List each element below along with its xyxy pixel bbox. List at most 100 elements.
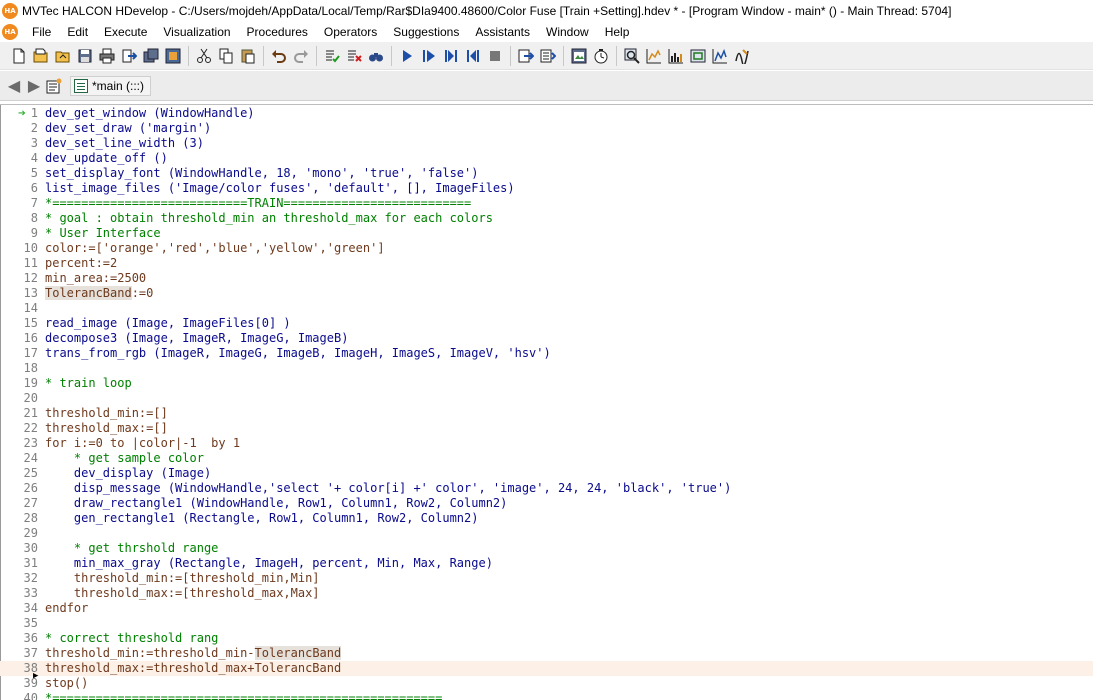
code-line[interactable]: 8 * goal : obtain threshold_min an thresh… [0,211,1093,226]
app-menu-icon[interactable]: HA [2,24,18,40]
menu-assistants[interactable]: Assistants [467,22,538,42]
code-line[interactable]: 10 color:=['orange','red','blue','yellow'… [0,241,1093,256]
code-line[interactable]: 40 *=====================================… [0,691,1093,700]
line-number[interactable]: 15 [0,316,40,331]
menu-file[interactable]: File [24,22,59,42]
code-text[interactable]: for i:=0 to |color|-1 by 1 [45,436,240,451]
reset-procedure-icon[interactable] [537,45,559,67]
code-line[interactable]: 39 stop() [0,676,1093,691]
line-number[interactable]: 18 [0,361,40,376]
run-icon[interactable] [396,45,418,67]
code-text[interactable]: *=======================================… [45,691,442,700]
code-line[interactable]: 25 dev_display (Image) [0,466,1093,481]
code-text[interactable]: threshold_min:=[] [45,406,168,421]
code-line[interactable]: 11 percent:=2 [0,256,1093,271]
code-text[interactable]: dev_display (Image) [45,466,211,481]
code-line[interactable]: 20 [0,391,1093,406]
paste-icon[interactable] [237,45,259,67]
code-text[interactable]: min_area:=2500 [45,271,146,286]
new-file-icon[interactable] [8,45,30,67]
code-line[interactable]: 31 min_max_gray (Rectangle, ImageH, perc… [0,556,1093,571]
code-line[interactable]: 17 trans_from_rgb (ImageR, ImageG, ImageB… [0,346,1093,361]
copy-icon[interactable] [215,45,237,67]
code-text[interactable]: * get thrshold range [45,541,219,556]
region-info-icon[interactable] [687,45,709,67]
code-text[interactable]: list_image_files ('Image/color fuses', '… [45,181,515,196]
back-arrow-icon[interactable]: ◀ [4,76,24,96]
line-number[interactable]: 13 [0,286,40,301]
code-text[interactable]: decompose3 (Image, ImageR, ImageG, Image… [45,331,348,346]
code-text[interactable]: threshold_max:=[] [45,421,168,436]
line-number[interactable]: 9 [0,226,40,241]
code-text[interactable]: set_display_font (WindowHandle, 18, 'mon… [45,166,478,181]
menu-procedures[interactable]: Procedures [239,22,316,42]
code-text[interactable]: dev_set_draw ('margin') [45,121,211,136]
code-text[interactable]: disp_message (WindowHandle,'select '+ co… [45,481,731,496]
code-text[interactable]: * train loop [45,376,132,391]
code-text[interactable]: read_image (Image, ImageFiles[0] ) [45,316,291,331]
code-line[interactable]: 22 threshold_max:=[] [0,421,1093,436]
export-icon[interactable] [118,45,140,67]
procedure-selector[interactable]: *main (:::) [70,75,152,96]
forward-arrow-icon[interactable]: ▶ [24,76,44,96]
line-number[interactable]: 23 [0,436,40,451]
line-number[interactable]: 11 [0,256,40,271]
code-text[interactable]: dev_update_off () [45,151,168,166]
code-line[interactable]: 13 TolerancBand:=0 [0,286,1093,301]
menu-execute[interactable]: Execute [96,22,155,42]
code-line[interactable]: 37 threshold_min:=threshold_min-TolerancB… [0,646,1093,661]
code-line[interactable]: 5 set_display_font (WindowHandle, 18, 'mo… [0,166,1093,181]
line-number[interactable]: 19 [0,376,40,391]
line-number[interactable]: 5 [0,166,40,181]
line-number[interactable]: 22 [0,421,40,436]
code-text[interactable]: * correct threshold rang [45,631,218,646]
code-line[interactable]: 21 threshold_min:=[] [0,406,1093,421]
code-text[interactable]: gen_rectangle1 (Rectangle, Row1, Column1… [45,511,479,526]
menu-help[interactable]: Help [597,22,638,42]
code-text[interactable]: dev_get_window (WindowHandle) [45,106,255,121]
feature-inspection-icon[interactable] [731,45,753,67]
code-line[interactable]: 26 disp_message (WindowHandle,'select '+… [0,481,1093,496]
line-number[interactable]: 8 [0,211,40,226]
code-line[interactable]: 33 threshold_max:=[threshold_max,Max] [0,586,1093,601]
activate-icon[interactable] [321,45,343,67]
code-text[interactable]: *===========================TRAIN=======… [45,196,471,211]
code-text[interactable]: * User Interface [45,226,161,241]
code-line[interactable]: 19 * train loop [0,376,1093,391]
code-line[interactable]: 38 threshold_max:=threshold_max+TolerancB… [0,661,1093,681]
line-number[interactable]: 6 [0,181,40,196]
line-number[interactable]: 33 [0,586,40,601]
line-number[interactable]: 28 [0,511,40,526]
step-forward-icon[interactable] [440,45,462,67]
line-number[interactable]: 39 [0,676,40,691]
code-text[interactable]: threshold_max:=threshold_max+TolerancBan… [45,661,341,676]
code-line[interactable]: 23 for i:=0 to |color|-1 by 1 [0,436,1093,451]
code-text[interactable]: threshold_min:=threshold_min-TolerancBan… [45,646,342,661]
line-number[interactable]: 12 [0,271,40,286]
line-number[interactable]: 10 [0,241,40,256]
program-editor[interactable]: 1 dev_get_window (WindowHandle) ➔ 2 dev_set_… [0,104,1093,700]
code-line[interactable]: 36 * correct threshold rang [0,631,1093,646]
step-over-icon[interactable] [418,45,440,67]
stop-icon[interactable] [484,45,506,67]
code-text[interactable]: dev_set_line_width (3) [45,136,204,151]
code-text[interactable]: color:=['orange','red','blue','yellow','… [45,241,385,256]
line-number[interactable]: 2 [0,121,40,136]
code-line[interactable]: 1 dev_get_window (WindowHandle) ➔ [0,106,1093,121]
line-number[interactable]: 40 [0,691,40,700]
line-number[interactable]: 32 [0,571,40,586]
code-text[interactable]: threshold_max:=[threshold_max,Max] [45,586,320,601]
code-line[interactable]: 32 threshold_min:=[threshold_min,Min] [0,571,1093,586]
line-number[interactable]: 21 [0,406,40,421]
timer-icon[interactable] [590,45,612,67]
line-number[interactable]: 17 [0,346,40,361]
code-text[interactable]: stop() [45,676,88,691]
line-number[interactable]: 14 [0,301,40,316]
code-text[interactable]: threshold_min:=[threshold_min,Min] [45,571,320,586]
code-text[interactable]: TolerancBand:=0 [45,286,153,301]
deactivate-icon[interactable] [343,45,365,67]
code-text[interactable]: * get sample color [45,451,204,466]
open-folder-icon[interactable] [52,45,74,67]
code-text[interactable]: trans_from_rgb (ImageR, ImageG, ImageB, … [45,346,551,361]
open-file-icon[interactable] [30,45,52,67]
